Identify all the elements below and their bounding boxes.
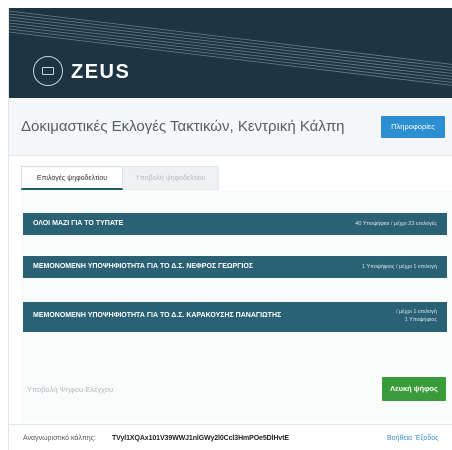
help-link[interactable]: Βοήθεια	[387, 435, 412, 442]
question-bar[interactable]: ΜΕΜΟΝΟΜΕΝΗ ΥΠΟΨΗΦΙΟΤΗΤΑ ΓΙΑ ΤΟ Δ.Σ. ΚΑΡΑ…	[23, 302, 447, 332]
tab-ballot-submission[interactable]: Υποβολή ψηφοδελτίου	[123, 166, 219, 190]
question-title: ΟΛΟΙ ΜΑΖΙ ΓΙΑ ΤΟ ΤΥΠΑΤΕ	[33, 220, 124, 227]
header: ZEUS	[9, 8, 452, 98]
footer: Αναγνωριστικό κάλπης: TVyl1XQAx101V39WWJ…	[9, 424, 452, 450]
question-info: / μέχρι 1 επιλογή 1 Υποψήφιος	[396, 308, 437, 324]
question-bar[interactable]: ΟΛΟΙ ΜΑΖΙ ΓΙΑ ΤΟ ΤΥΠΑΤΕ 40 Υποψήφιοι / μ…	[23, 213, 447, 235]
question-info: 1 Υποψήφιος / μέχρι 1 επιλογή	[362, 264, 437, 270]
header-decoration	[9, 10, 452, 86]
app-logo: ZEUS	[71, 61, 131, 83]
question-info: 40 Υποψήφιοι / μέχρι 23 επιλογές	[355, 221, 437, 227]
question-title: ΜΕΜΟΝΟΜΕΝΗ ΥΠΟΨΗΦΙΟΤΗΤΑ ΓΙΑ ΤΟ Δ.Σ. ΝΕΦΡ…	[33, 263, 253, 270]
fingerprint-value: TVyl1XQAx101V39WWJ1nlGWy2l0Ccl3HmPOe5DlH…	[112, 435, 289, 442]
question-bar[interactable]: ΜΕΜΟΝΟΜΕΝΗ ΥΠΟΨΗΦΙΟΤΗΤΑ ΓΙΑ ΤΟ Δ.Σ. ΝΕΦΡ…	[23, 256, 447, 278]
question-info-candidates: 1 Υποψήφιος	[404, 317, 437, 323]
page-title: Δοκιμαστικές Εκλογές Τακτικών, Κεντρική …	[21, 118, 345, 135]
ballot-tabs: Επιλογές ψηφοδελτίου Υποβολή ψηφοδελτίου	[21, 166, 219, 190]
election-title-bar: Δοκιμαστικές Εκλογές Τακτικών, Κεντρική …	[9, 98, 452, 156]
question-info-limit: / μέχρι 1 επιλογή	[395, 309, 437, 315]
submit-test-vote-link[interactable]: Υποβολή Ψήφου Ελέγχου	[27, 385, 113, 394]
tab-ballot-choices[interactable]: Επιλογές ψηφοδελτίου	[21, 166, 123, 190]
app-window: ZEUS Δοκιμαστικές Εκλογές Τακτικών, Κεντ…	[8, 8, 452, 450]
logout-link[interactable]: Έξοδος	[415, 435, 439, 442]
ballot-box-icon	[33, 56, 63, 86]
fingerprint-label: Αναγνωριστικό κάλπης:	[23, 435, 96, 442]
info-button[interactable]: Πληροφορίες	[381, 116, 445, 138]
question-title: ΜΕΜΟΝΟΜΕΝΗ ΥΠΟΨΗΦΙΟΤΗΤΑ ΓΙΑ ΤΟ Δ.Σ. ΚΑΡΑ…	[33, 312, 282, 319]
blank-vote-button[interactable]: Λευκή ψήφος	[382, 377, 446, 401]
